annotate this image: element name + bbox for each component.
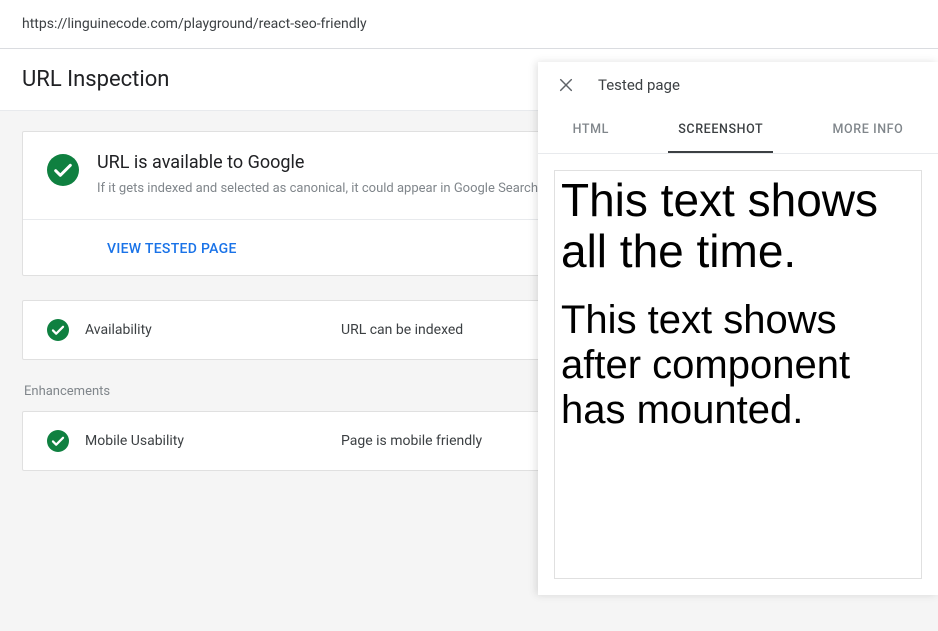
side-panel-tabs: HTML SCREENSHOT MORE INFO bbox=[538, 108, 938, 154]
preview-text-1: This text shows all the time. bbox=[561, 175, 915, 276]
tab-screenshot[interactable]: SCREENSHOT bbox=[668, 108, 773, 153]
view-tested-page-button[interactable]: VIEW TESTED PAGE bbox=[107, 241, 237, 257]
tab-html[interactable]: HTML bbox=[563, 108, 619, 153]
availability-label: Availability bbox=[85, 322, 325, 338]
mobile-usability-label: Mobile Usability bbox=[85, 433, 325, 449]
availability-value: URL can be indexed bbox=[341, 322, 463, 338]
mobile-usability-value: Page is mobile friendly bbox=[341, 433, 482, 449]
checkmark-circle-icon bbox=[47, 430, 69, 452]
screenshot-preview: This text shows all the time. This text … bbox=[554, 170, 922, 579]
checkmark-circle-icon bbox=[47, 154, 79, 186]
close-icon[interactable] bbox=[558, 77, 574, 93]
side-panel-title: Tested page bbox=[598, 76, 680, 94]
tab-more-info[interactable]: MORE INFO bbox=[822, 108, 913, 153]
url-bar[interactable]: https://linguinecode.com/playground/reac… bbox=[0, 0, 938, 49]
tested-page-panel: Tested page HTML SCREENSHOT MORE INFO Th… bbox=[538, 62, 938, 595]
preview-text-2: This text shows after component has moun… bbox=[561, 298, 915, 432]
checkmark-circle-icon bbox=[47, 319, 69, 341]
